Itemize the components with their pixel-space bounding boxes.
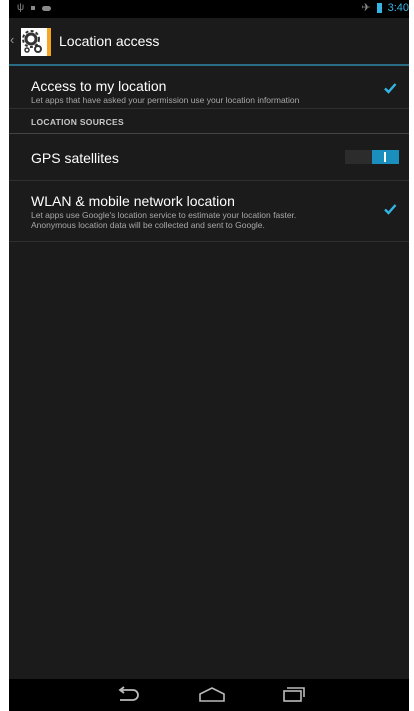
screen: ψ ✈ 3:40 ‹ Location access Access to my … [9,0,409,711]
access-to-my-location-title: Access to my location [31,78,167,94]
action-bar: ‹ Location access [9,18,409,66]
navigation-bar [9,679,409,711]
recent-apps-icon[interactable] [280,685,306,703]
battery-icon [376,3,382,13]
wlan-mobile-location-title: WLAN & mobile network location [31,193,235,209]
access-to-my-location-summary: Let apps that have asked your permission… [31,95,300,105]
cloud-icon [42,5,52,11]
chevron-left-icon[interactable]: ‹ [10,32,14,47]
usb-icon: ψ [17,2,25,13]
access-checkbox[interactable] [383,81,397,95]
page-title: Location access [59,33,160,49]
status-time: 3:40 [387,2,409,14]
gps-toggle-knob [372,150,399,164]
notification-icon [31,6,36,10]
gps-toggle[interactable] [345,150,399,164]
gps-satellites-row[interactable]: GPS satellites [9,134,409,181]
wlan-checkbox[interactable] [383,202,397,216]
settings-gears-icon[interactable] [21,28,51,56]
wlan-summary-line-1: Let apps use Google's location service t… [31,210,297,220]
access-to-my-location-row[interactable]: Access to my location Let apps that have… [9,66,409,109]
gps-satellites-title: GPS satellites [31,150,119,166]
airplane-mode-icon: ✈ [361,2,371,14]
location-sources-header: LOCATION SOURCES [9,109,409,134]
status-bar-left: ψ [17,2,52,13]
back-icon[interactable] [115,685,141,703]
home-icon[interactable] [197,685,227,703]
status-bar-right: ✈ 3:40 [361,2,409,14]
settings-list: Access to my location Let apps that have… [9,66,409,242]
wlan-summary-line-2: Anonymous location data will be collecte… [31,220,265,230]
location-sources-label: LOCATION SOURCES [31,117,124,127]
wlan-mobile-location-row[interactable]: WLAN & mobile network location Let apps … [9,181,409,242]
status-bar: ψ ✈ 3:40 [9,0,409,18]
